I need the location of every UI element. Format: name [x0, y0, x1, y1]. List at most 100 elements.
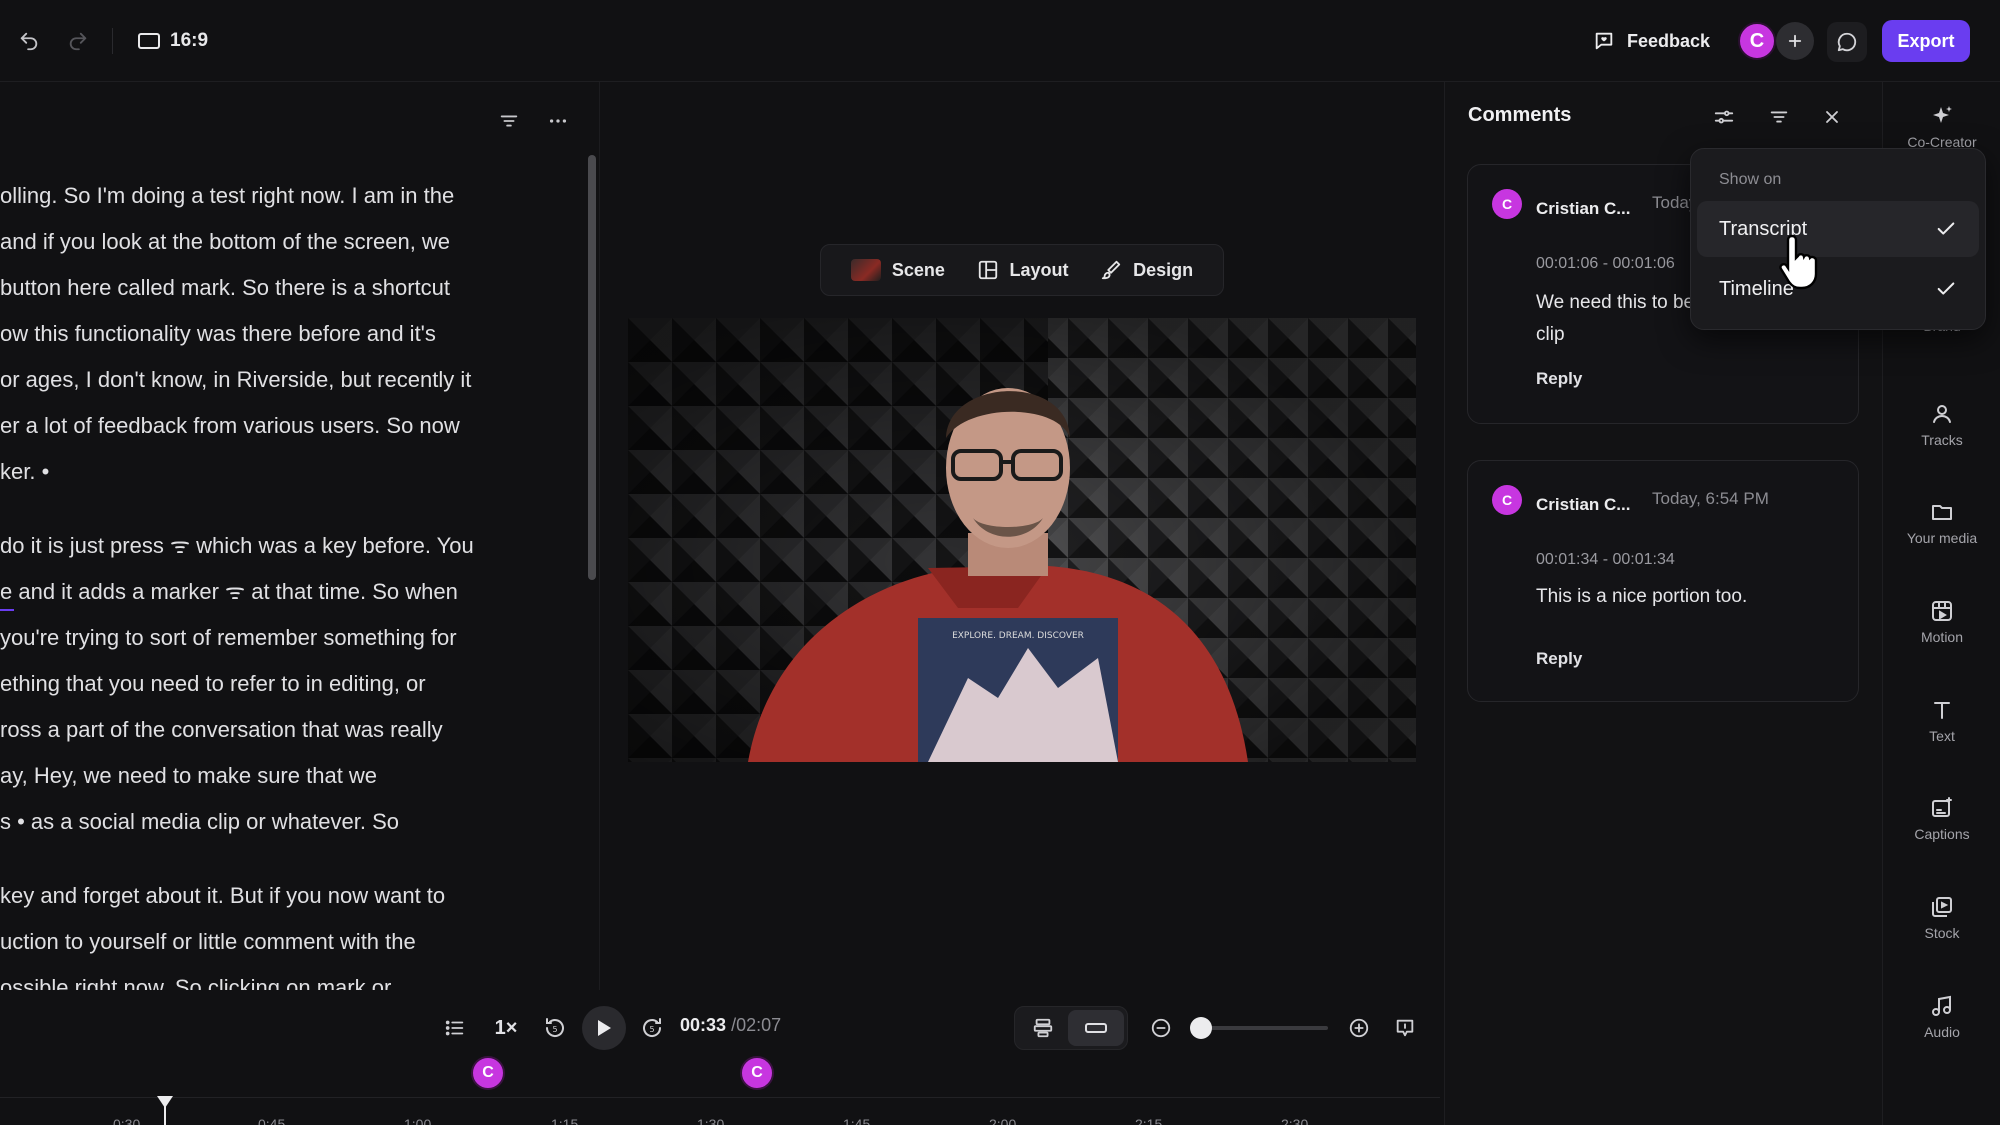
timeline-comment-pin[interactable]: C: [740, 1056, 774, 1090]
rail-label: Stock: [1924, 925, 1960, 941]
stock-icon: [1930, 895, 1954, 919]
scene-button[interactable]: Scene: [850, 259, 945, 281]
redo-icon[interactable]: [63, 26, 93, 56]
rail-label: Your media: [1906, 530, 1978, 546]
filter-icon[interactable]: [494, 106, 524, 136]
toolbar-divider: [112, 28, 113, 54]
comments-toggle-icon[interactable]: [1827, 22, 1867, 62]
transcript-line: do it is just press ᯤ which was a key be…: [0, 533, 474, 558]
dropdown-heading: Show on: [1719, 171, 1782, 188]
ruler-label: 2:00: [989, 1116, 1017, 1125]
rail-item-captions[interactable]: Captions: [1883, 796, 2000, 842]
transcript-line: s • as a social media clip or whatever. …: [0, 809, 399, 834]
scene-thumbnail: [850, 259, 881, 281]
transcript-line: olling. So I'm doing a test right now. I…: [0, 183, 455, 208]
tracks-icon: [1930, 402, 1954, 426]
transcript-line: button here called mark. So there is a s…: [0, 275, 451, 300]
comment-add-icon[interactable]: [1390, 1011, 1420, 1045]
ruler-label: 1:30: [697, 1116, 725, 1125]
aspect-ratio-button[interactable]: 16:9: [138, 27, 208, 55]
playhead-handle[interactable]: [157, 1096, 173, 1108]
export-button[interactable]: Export: [1882, 20, 1970, 62]
play-button[interactable]: [582, 1006, 626, 1050]
transcript-panel: olling. So I'm doing a test right now. I…: [0, 82, 600, 990]
filter-icon[interactable]: [1762, 100, 1796, 134]
rail-item-co-creator[interactable]: Co-Creator: [1883, 104, 2000, 150]
timeline-comment-pin[interactable]: C: [471, 1056, 505, 1090]
timecode: 00:33 /02:07: [680, 1015, 781, 1036]
invite-plus-icon[interactable]: [1776, 22, 1814, 60]
zoom-out-icon[interactable]: [1146, 1011, 1176, 1045]
preview-toolbar: Scene Layout Design: [820, 244, 1224, 296]
current-time: 00:33: [680, 1015, 727, 1035]
user-avatar[interactable]: C: [1738, 22, 1776, 60]
zoom-slider[interactable]: [1200, 1026, 1328, 1030]
show-on-timeline-option[interactable]: Timeline: [1697, 261, 1979, 317]
rail-item-stock[interactable]: Stock: [1883, 895, 2000, 941]
brush-icon: [1100, 259, 1122, 281]
feedback-icon: [1593, 30, 1615, 52]
timeline-ruler[interactable]: 0:30 0:45 1:00 1:15 1:30 1:45 2:00 2:15 …: [0, 1097, 1440, 1125]
comment-range: 00:01:34 - 00:01:34: [1536, 551, 1675, 568]
reply-button[interactable]: Reply: [1536, 649, 1582, 669]
transcript-line: ross a part of the conversation that was…: [0, 717, 443, 742]
comment-card[interactable]: C Cristian C... Today, 6:54 PM 00:01:34 …: [1467, 460, 1859, 702]
chapters-list-icon[interactable]: [440, 1011, 470, 1045]
show-on-dropdown: Show on Transcript Timeline: [1690, 148, 1986, 330]
reply-button[interactable]: Reply: [1536, 369, 1582, 389]
rail-item-your-media[interactable]: Your media: [1883, 500, 2000, 546]
rail-label: Tracks: [1921, 432, 1963, 448]
rail-label: Text: [1929, 728, 1955, 744]
design-label: Design: [1133, 259, 1194, 280]
transcript-line: e and it adds a marker ᯤ at that time. S…: [0, 579, 458, 604]
forward-5-icon[interactable]: 5: [637, 1011, 667, 1045]
comment-author: Cristian C...: [1536, 495, 1631, 514]
undo-icon[interactable]: [14, 26, 44, 56]
rewind-5-icon[interactable]: 5: [540, 1011, 570, 1045]
compact-view-icon[interactable]: [1068, 1010, 1124, 1046]
transcript-line: key and forget about it. But if you now …: [0, 883, 446, 908]
check-icon: [1935, 218, 1957, 240]
top-bar: 16:9 Feedback C Export: [0, 0, 2000, 82]
feedback-label: Feedback: [1627, 30, 1711, 51]
comment-range: 00:01:06 - 00:01:06: [1536, 255, 1675, 272]
zoom-slider-handle[interactable]: [1190, 1017, 1212, 1039]
ruler-label: 0:30: [113, 1116, 141, 1125]
svg-text:5: 5: [649, 1025, 654, 1034]
check-icon: [1935, 278, 1957, 300]
layout-button[interactable]: Layout: [977, 259, 1069, 281]
playback-speed-button[interactable]: 1×: [490, 1011, 522, 1045]
more-options-icon[interactable]: [543, 106, 573, 136]
transcript-line: ow this functionality was there before a…: [0, 321, 436, 346]
layout-label: Layout: [1009, 259, 1069, 280]
timeline-tracks-icon[interactable]: [1028, 1011, 1058, 1045]
hand-cursor-icon: [1778, 232, 1822, 292]
aspect-ratio-icon: [138, 32, 160, 50]
rail-item-audio[interactable]: Audio: [1883, 994, 2000, 1040]
show-on-transcript-option[interactable]: Transcript: [1697, 201, 1979, 257]
transcript-scrollbar[interactable]: [588, 155, 596, 580]
rail-item-motion[interactable]: Motion: [1883, 599, 2000, 645]
transcript-text[interactable]: olling. So I'm doing a test right now. I…: [0, 182, 560, 990]
transcript-line: ker. •: [0, 459, 50, 484]
duration: /02:07: [731, 1015, 782, 1035]
close-icon[interactable]: [1815, 100, 1849, 134]
transcript-line: er a lot of feedback from various users.…: [0, 413, 460, 438]
rail-label: Audio: [1924, 1024, 1960, 1040]
design-button[interactable]: Design: [1100, 259, 1193, 281]
ruler-label: 1:15: [551, 1116, 579, 1125]
ruler-label: 2:15: [1135, 1116, 1163, 1125]
text-icon: [1930, 698, 1954, 722]
rail-label: Captions: [1914, 826, 1970, 842]
zoom-in-icon[interactable]: [1344, 1011, 1374, 1045]
sliders-icon[interactable]: [1707, 100, 1741, 134]
video-preview[interactable]: EXPLORE. DREAM. DISCOVER: [628, 318, 1416, 762]
svg-text:5: 5: [552, 1025, 557, 1034]
folder-icon: [1930, 500, 1954, 524]
rail-item-text[interactable]: Text: [1883, 698, 2000, 744]
rail-item-tracks[interactable]: Tracks: [1883, 402, 2000, 448]
feedback-button[interactable]: Feedback: [1593, 23, 1710, 59]
ruler-label: 0:45: [258, 1116, 286, 1125]
layout-icon: [977, 259, 999, 281]
